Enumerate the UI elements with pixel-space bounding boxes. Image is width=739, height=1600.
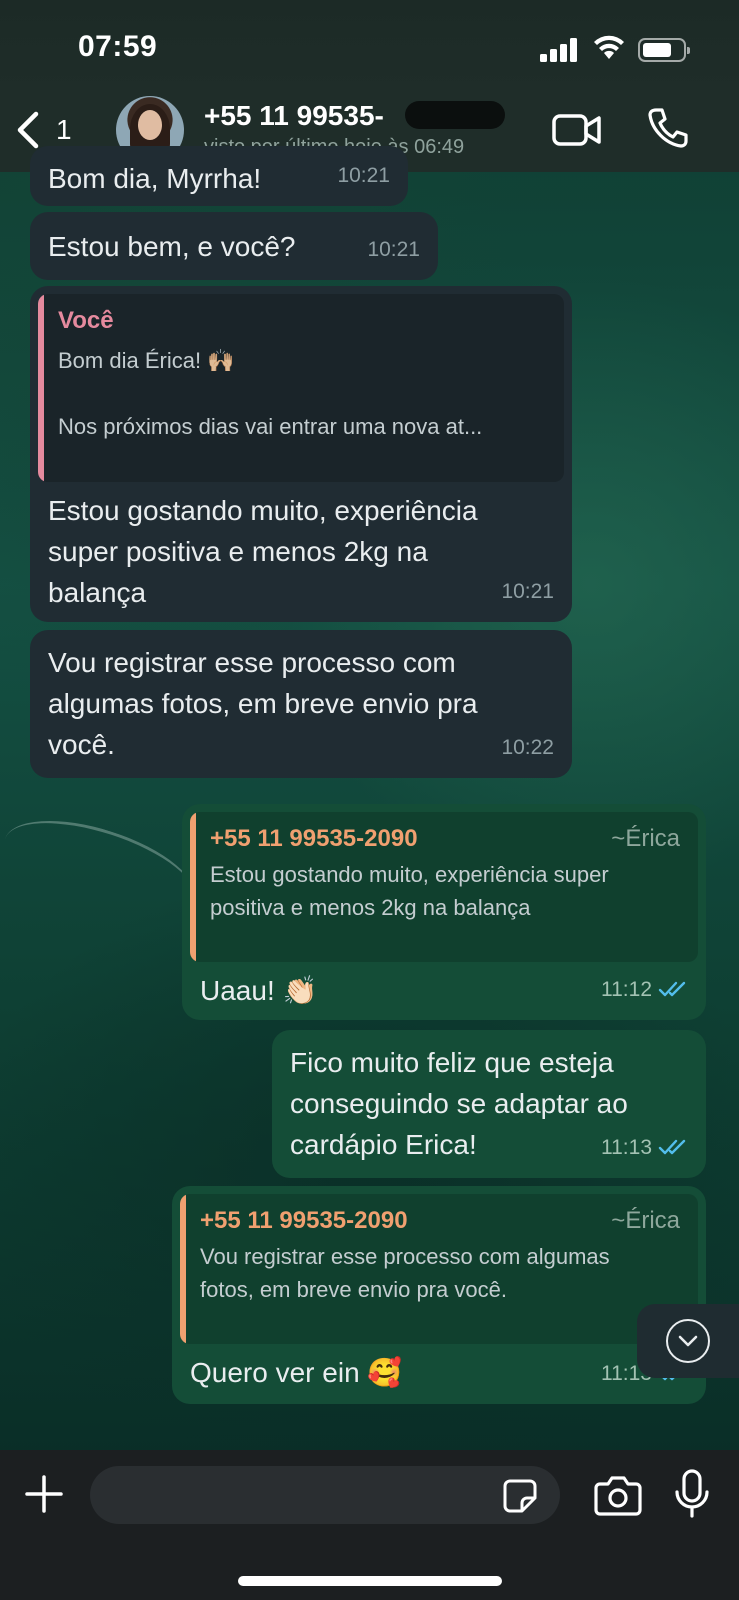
message-incoming[interactable]: Bom dia, Myrrha! 10:21 <box>30 146 408 206</box>
message-outgoing[interactable]: Fico muito feliz que esteja conseguindo … <box>272 1030 706 1178</box>
contact-name[interactable]: +55 11 99535- <box>204 100 384 132</box>
microphone-icon[interactable] <box>674 1468 710 1520</box>
quoted-message[interactable]: Você Bom dia Érica! 🙌🏼 Nos próximos dias… <box>38 294 564 482</box>
quote-line: Estou gostando muito, experiência super <box>210 862 609 887</box>
read-ticks-icon <box>658 981 686 997</box>
message-incoming[interactable]: Você Bom dia Érica! 🙌🏼 Nos próximos dias… <box>30 286 572 622</box>
quote-author: Você <box>58 307 114 334</box>
message-text-line: você. <box>48 729 115 760</box>
status-bar: 07:59 <box>0 0 739 90</box>
quote-line: fotos, em breve envio pra você. <box>200 1277 507 1302</box>
message-incoming[interactable]: Vou registrar esse processo com algumas … <box>30 630 572 778</box>
battery-icon <box>638 38 690 62</box>
message-time: 11:12 <box>601 969 688 1010</box>
message-text-line: algumas fotos, em breve envio pra <box>48 688 478 719</box>
message-text-line: conseguindo se adaptar ao <box>290 1088 628 1119</box>
message-text: Estou bem, e você? <box>48 231 296 262</box>
message-outgoing[interactable]: +55 11 99535-2090 ~Érica Vou registrar e… <box>172 1186 706 1404</box>
message-text-line: Estou gostando muito, experiência <box>48 495 478 526</box>
message-time: 10:21 <box>501 580 554 603</box>
quoted-message[interactable]: +55 11 99535-2090 ~Érica Estou gostando … <box>190 812 698 962</box>
chevron-left-icon <box>17 111 39 149</box>
quote-line: Vou registrar esse processo com algumas <box>200 1244 610 1269</box>
quote-line: positiva e menos 2kg na balança <box>210 895 531 920</box>
message-text-line: balança <box>48 577 147 608</box>
message-time: 10:22 <box>501 736 554 759</box>
quote-author-tag: ~Érica <box>611 825 680 852</box>
read-ticks-icon <box>658 1139 686 1155</box>
message-text: Bom dia, Myrrha! <box>48 163 262 194</box>
quote-line: Bom dia Érica! 🙌🏼 <box>58 344 548 377</box>
message-time: 10:21 <box>337 164 390 187</box>
message-text-line: super positiva e menos 2kg na <box>48 536 428 567</box>
message-incoming[interactable]: Estou bem, e você? 10:21 <box>30 212 438 280</box>
quoted-message[interactable]: +55 11 99535-2090 ~Érica Vou registrar e… <box>180 1194 698 1344</box>
video-camera-icon[interactable] <box>552 112 602 148</box>
quote-author-tag: ~Érica <box>611 1207 680 1234</box>
sticker-icon[interactable] <box>502 1478 538 1514</box>
composer-bar <box>0 1450 739 1600</box>
message-time: 11:13 <box>601 1127 688 1168</box>
plus-icon[interactable] <box>24 1474 64 1514</box>
home-indicator <box>238 1576 502 1586</box>
cellular-signal-icon <box>540 38 578 62</box>
message-text-line: Vou registrar esse processo com <box>48 647 456 678</box>
phone-icon[interactable] <box>646 106 690 150</box>
message-time: 10:21 <box>367 238 420 261</box>
message-text-line: Fico muito feliz que esteja <box>290 1047 614 1078</box>
quote-line: Nos próximos dias vai entrar uma nova at… <box>58 414 483 439</box>
wallpaper-foam <box>0 801 208 939</box>
message-outgoing[interactable]: +55 11 99535-2090 ~Érica Estou gostando … <box>182 804 706 1020</box>
status-time: 07:59 <box>78 30 158 63</box>
quote-author: +55 11 99535-2090 <box>200 1207 408 1234</box>
scroll-to-bottom-button[interactable] <box>637 1304 739 1378</box>
raising-hands-emoji: 🙌🏼 <box>207 348 235 373</box>
redaction-bar <box>405 101 505 129</box>
camera-icon[interactable] <box>594 1474 642 1516</box>
unread-count: 1 <box>56 114 72 145</box>
message-input[interactable] <box>90 1466 560 1524</box>
chevron-down-icon <box>666 1319 710 1363</box>
wifi-icon <box>594 35 624 59</box>
